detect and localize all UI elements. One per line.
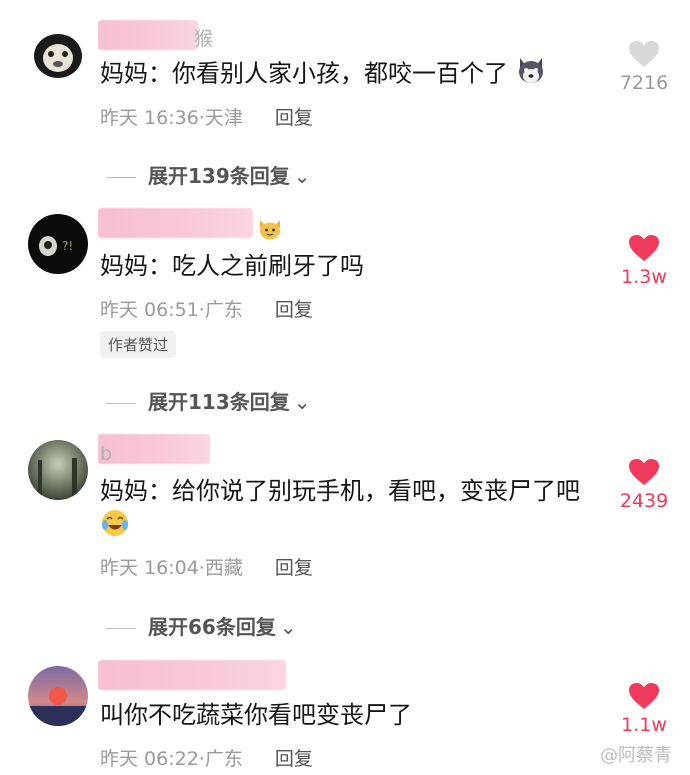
svg-text:?!: ?! <box>62 239 73 253</box>
comment-meta: 昨天 06:51·广东 回复 <box>100 295 313 322</box>
expand-replies-button[interactable]: 展开113条回复 ⌄ <box>106 386 311 415</box>
comment-time: 昨天 06:22 <box>100 748 199 770</box>
expand-label: 展开66条回复 <box>148 615 276 639</box>
username-redacted <box>98 434 210 464</box>
reply-button[interactable]: 回复 <box>275 299 313 321</box>
comment-time: 昨天 16:04 <box>100 557 199 579</box>
comment-location: 西藏 <box>204 557 243 579</box>
chevron-down-icon: ⌄ <box>279 615 297 639</box>
expand-label: 展开113条回复 <box>148 390 290 414</box>
author-liked-badge: 作者赞过 <box>100 331 177 358</box>
cat-emoji-icon <box>258 218 282 244</box>
watermark: @阿蔡青 <box>600 745 672 766</box>
avatar[interactable] <box>28 22 88 82</box>
like-count: 1.3w <box>621 266 667 288</box>
reply-button[interactable]: 回复 <box>275 557 313 579</box>
username[interactable]: b <box>100 443 112 465</box>
like-button[interactable]: 1.3w <box>612 234 676 288</box>
comment-meta: 昨天 16:04·西藏 回复 <box>100 553 313 580</box>
comment-location: 天津 <box>204 107 243 129</box>
like-count: 1.1w <box>621 714 667 736</box>
comment-time: 昨天 16:36 <box>100 107 199 129</box>
divider <box>106 403 136 404</box>
username-redacted <box>98 208 253 238</box>
username-redacted <box>98 660 286 690</box>
expand-label: 展开139条回复 <box>148 164 290 188</box>
comment-time: 昨天 06:51 <box>100 299 199 321</box>
comment-text-content: 妈妈：给你说了别玩手机，看吧，变丧尸了吧 <box>100 477 580 505</box>
comment-text: 叫你不吃蔬菜你看吧变丧尸了 <box>100 701 412 729</box>
laughing-crying-emoji-icon <box>100 508 130 547</box>
comment-text: 妈妈：你看别人家小孩，都咬一百个了 <box>100 56 600 93</box>
username-redacted <box>98 20 198 50</box>
divider <box>106 177 136 178</box>
chevron-down-icon: ⌄ <box>293 390 311 414</box>
expand-replies-button[interactable]: 展开139条回复 ⌄ <box>106 160 311 189</box>
comment-text: 妈妈：给你说了别玩手机，看吧，变丧尸了吧 <box>100 474 600 547</box>
username[interactable]: 猴 <box>194 24 213 51</box>
comment-meta: 昨天 06:22·广东 回复 <box>100 744 313 771</box>
comment-text-content: 妈妈：你看别人家小孩，都咬一百个了 <box>100 59 508 88</box>
like-button[interactable]: 1.1w <box>612 682 676 736</box>
reply-button[interactable]: 回复 <box>275 107 313 129</box>
reply-button[interactable]: 回复 <box>275 748 313 770</box>
heart-icon <box>629 683 659 709</box>
heart-icon <box>629 235 659 261</box>
husky-emoji-icon <box>516 56 546 93</box>
like-button[interactable]: 7216 <box>612 40 676 94</box>
like-count: 2439 <box>619 490 669 512</box>
comment-text: 妈妈：吃人之前刷牙了吗 <box>100 252 364 280</box>
comment-meta: 昨天 16:36·天津 回复 <box>100 103 313 130</box>
chevron-down-icon: ⌄ <box>293 164 311 188</box>
avatar[interactable]: ?! <box>28 214 88 274</box>
comment-location: 广东 <box>204 748 243 770</box>
like-count: 7216 <box>619 72 669 94</box>
like-button[interactable]: 2439 <box>612 458 676 512</box>
heart-icon <box>629 459 659 485</box>
avatar[interactable] <box>28 440 88 500</box>
heart-icon <box>629 41 659 67</box>
comment-location: 广东 <box>204 299 243 321</box>
divider <box>106 628 136 629</box>
avatar[interactable] <box>28 666 88 726</box>
expand-replies-button[interactable]: 展开66条回复 ⌄ <box>106 611 297 640</box>
